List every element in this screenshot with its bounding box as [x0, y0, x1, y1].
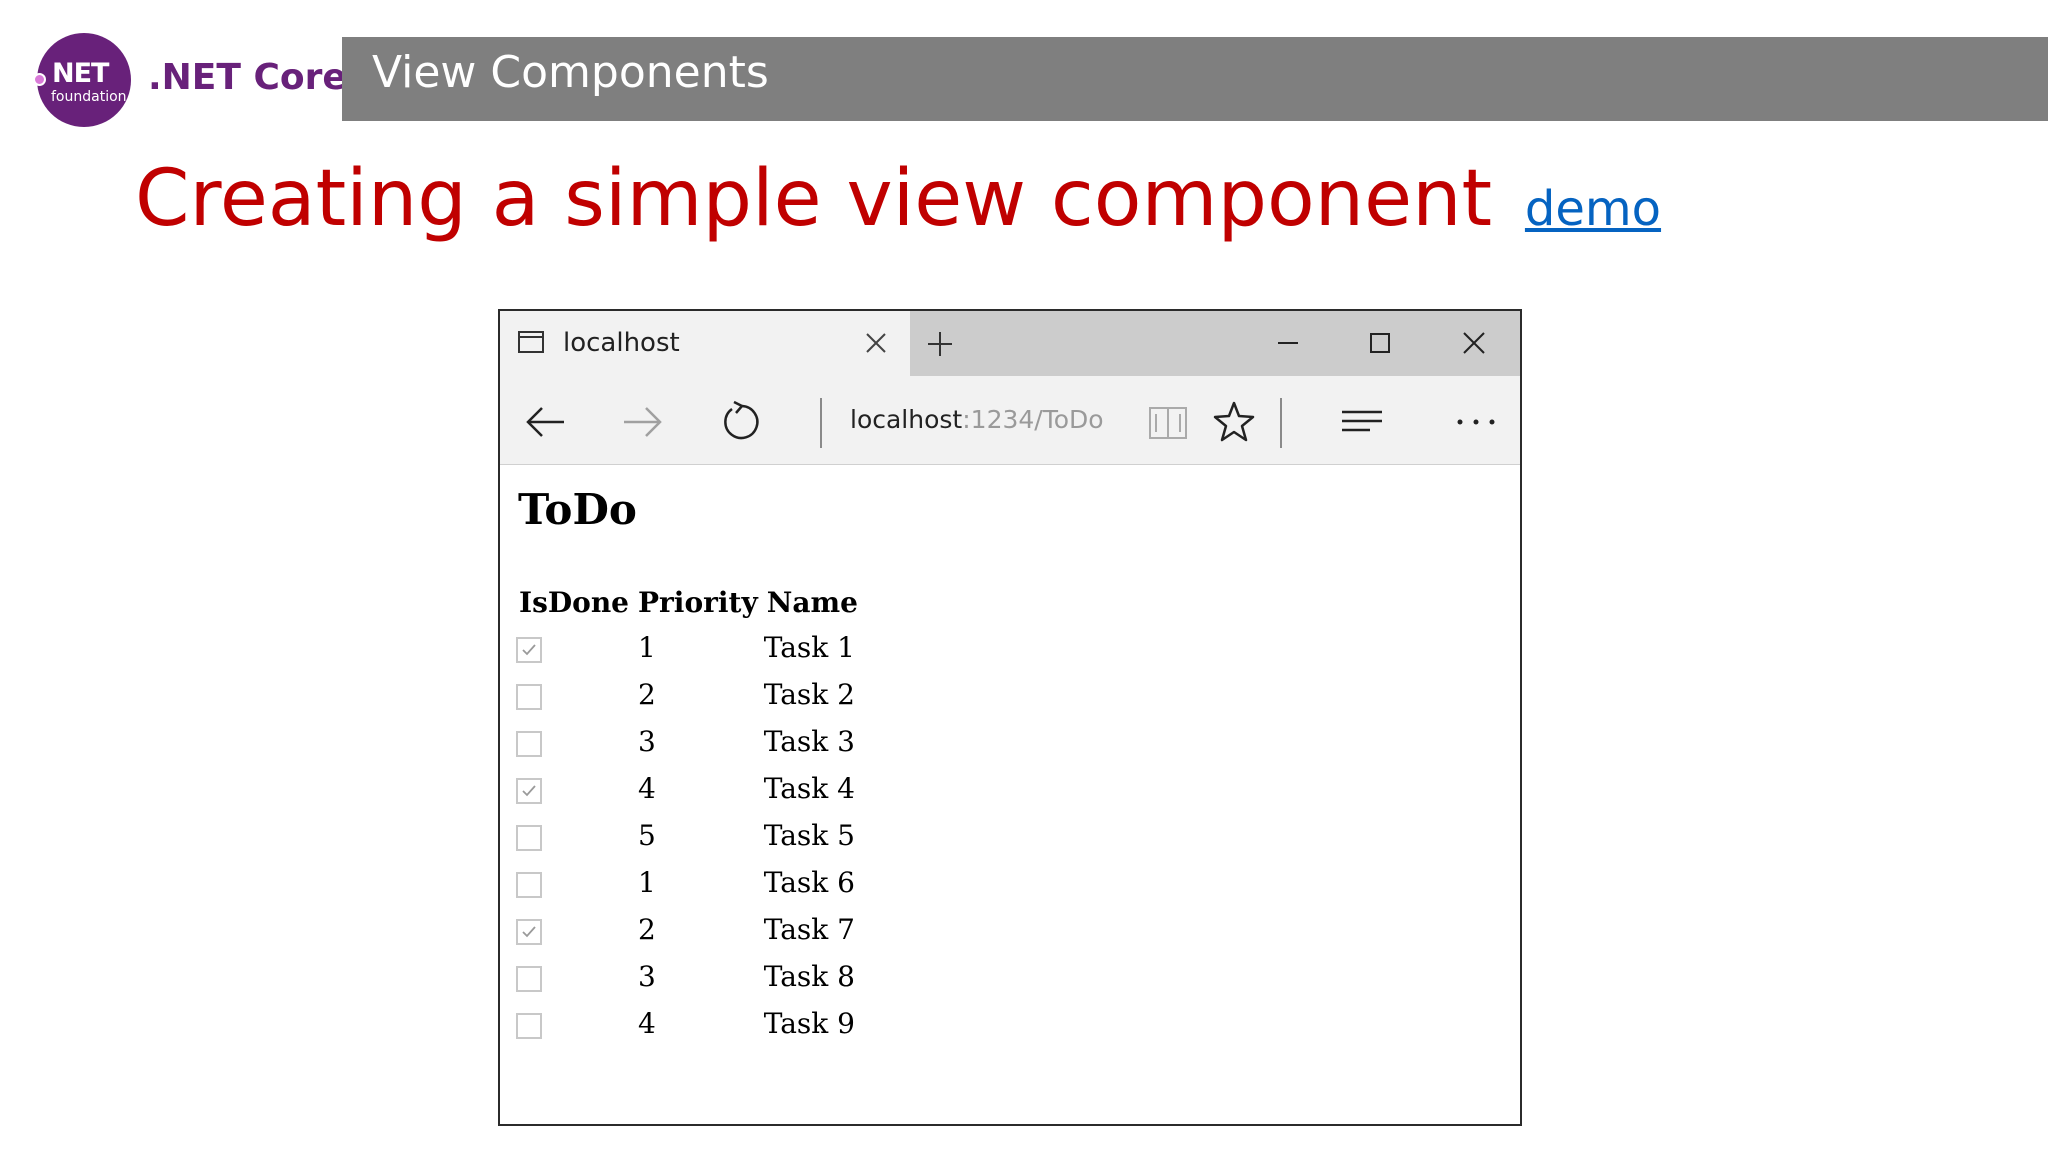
close-icon[interactable] [862, 329, 890, 357]
priority-value: 3 [638, 725, 656, 758]
column-header-name: Name [766, 585, 858, 619]
name-cell: Task 8 [763, 960, 855, 993]
window-close-icon[interactable] [1458, 327, 1490, 359]
slide-title: Creating a simple view component demo [135, 160, 1661, 238]
priority-value: 4 [638, 772, 656, 805]
address-path: :1234/ToDo [962, 405, 1104, 434]
name-cell: Task 7 [763, 913, 855, 946]
arrow-left-icon[interactable] [524, 400, 568, 444]
arrow-right-icon[interactable] [620, 400, 664, 444]
priority-cell: 5 [635, 812, 764, 859]
isdone-cell [516, 718, 635, 765]
table-row: 5 Task 5 [516, 812, 864, 859]
demo-link[interactable]: demo [1525, 181, 1661, 237]
table-row: 1 Task 1 [516, 624, 864, 671]
todo-table-body: 1 Task 1 2 Task 2 3 Task 3 4 Task 4 5 Task 5 1 Task… [516, 624, 864, 1047]
tab-strip: localhost [500, 311, 1520, 376]
isdone-cell [516, 906, 635, 953]
section-header-bar: View Components [342, 37, 2048, 121]
hub-lines-icon[interactable] [1340, 400, 1384, 444]
name-cell: Task 3 [763, 725, 855, 758]
minimize-icon[interactable] [1272, 327, 1304, 359]
address-bar[interactable]: localhost:1234/ToDo [850, 405, 1104, 434]
isdone-cell [516, 859, 635, 906]
table-row: 2 Task 2 [516, 671, 864, 718]
priority-value: 4 [638, 1007, 656, 1040]
isdone-checkbox[interactable] [516, 918, 542, 945]
priority-cell: 2 [635, 906, 764, 953]
star-icon[interactable] [1212, 400, 1256, 444]
table-row: 3 Task 3 [516, 718, 864, 765]
section-title: View Components [372, 47, 769, 98]
table-row: 3 Task 8 [516, 953, 864, 1000]
isdone-checkbox[interactable] [516, 777, 542, 804]
priority-value: 1 [638, 631, 656, 664]
priority-value: 1 [638, 866, 656, 899]
name-cell: Task 5 [763, 819, 855, 852]
priority-value: 2 [638, 678, 656, 711]
refresh-icon[interactable] [718, 400, 762, 444]
column-header-priority: Priority [638, 585, 758, 619]
priority-value: 3 [638, 960, 656, 993]
address-host: localhost [850, 405, 963, 434]
table-row: 4 Task 4 [516, 765, 864, 812]
isdone-cell [516, 671, 635, 718]
priority-value: 2 [638, 913, 656, 946]
isdone-cell [516, 953, 635, 1000]
priority-value: 5 [638, 819, 656, 852]
table-row: 2 Task 7 [516, 906, 864, 953]
priority-cell: 3 [635, 953, 764, 1000]
plus-icon[interactable] [925, 329, 955, 359]
priority-cell: 2 [635, 671, 764, 718]
tab-localhost[interactable]: localhost [500, 311, 910, 376]
name-cell: Task 2 [763, 678, 855, 711]
isdone-cell [516, 765, 635, 812]
name-cell: Task 4 [763, 772, 855, 805]
column-header-isdone: IsDone [519, 585, 629, 619]
name-cell: Task 9 [763, 1007, 855, 1040]
page-icon [518, 331, 544, 353]
checkmark-icon [522, 925, 536, 937]
checkmark-icon [522, 784, 536, 796]
browser-toolbar: localhost:1234/ToDo [500, 376, 1520, 465]
toolbar-separator [1280, 398, 1282, 448]
maximize-icon[interactable] [1364, 327, 1396, 359]
logo-dot [33, 73, 46, 86]
isdone-cell [516, 624, 635, 671]
isdone-checkbox[interactable] [516, 871, 542, 898]
ellipsis-icon[interactable] [1454, 400, 1498, 444]
slide-title-text: Creating a simple view component [135, 154, 1493, 244]
name-cell: Task 1 [763, 631, 855, 664]
table-row: 1 Task 6 [516, 859, 864, 906]
isdone-checkbox[interactable] [516, 1012, 542, 1039]
isdone-cell [516, 1000, 635, 1047]
brand-name: .NET Core [148, 57, 347, 98]
slide: NET foundation .NET Core View Components… [0, 0, 2048, 1152]
priority-cell: 1 [635, 859, 764, 906]
page-content: ToDo IsDone Priority Name 1 Task 1 2 Task 2… [500, 465, 1520, 1124]
isdone-cell [516, 812, 635, 859]
toolbar-separator [820, 398, 822, 448]
dotnet-foundation-logo: NET foundation [33, 33, 131, 127]
tab-title: localhost [563, 328, 680, 358]
checkmark-icon [522, 643, 536, 655]
table-header-row: IsDone Priority Name [516, 580, 864, 624]
name-cell: Task 6 [763, 866, 855, 899]
priority-cell: 4 [635, 1000, 764, 1047]
page-heading: ToDo [518, 485, 637, 534]
todo-table: IsDone Priority Name 1 Task 1 2 Task 2 3 Task… [516, 580, 864, 1047]
browser-window: localhost localhost:1234/ToDo ToDo IsDon… [498, 309, 1522, 1126]
book-icon[interactable] [1146, 400, 1190, 444]
isdone-checkbox[interactable] [516, 636, 542, 663]
logo-net-text: NET [52, 58, 109, 89]
isdone-checkbox[interactable] [516, 683, 542, 710]
table-row: 4 Task 9 [516, 1000, 864, 1047]
isdone-checkbox[interactable] [516, 730, 542, 757]
isdone-checkbox[interactable] [516, 824, 542, 851]
priority-cell: 4 [635, 765, 764, 812]
isdone-checkbox[interactable] [516, 965, 542, 992]
priority-cell: 1 [635, 624, 764, 671]
priority-cell: 3 [635, 718, 764, 765]
logo-foundation-text: foundation [51, 89, 127, 105]
